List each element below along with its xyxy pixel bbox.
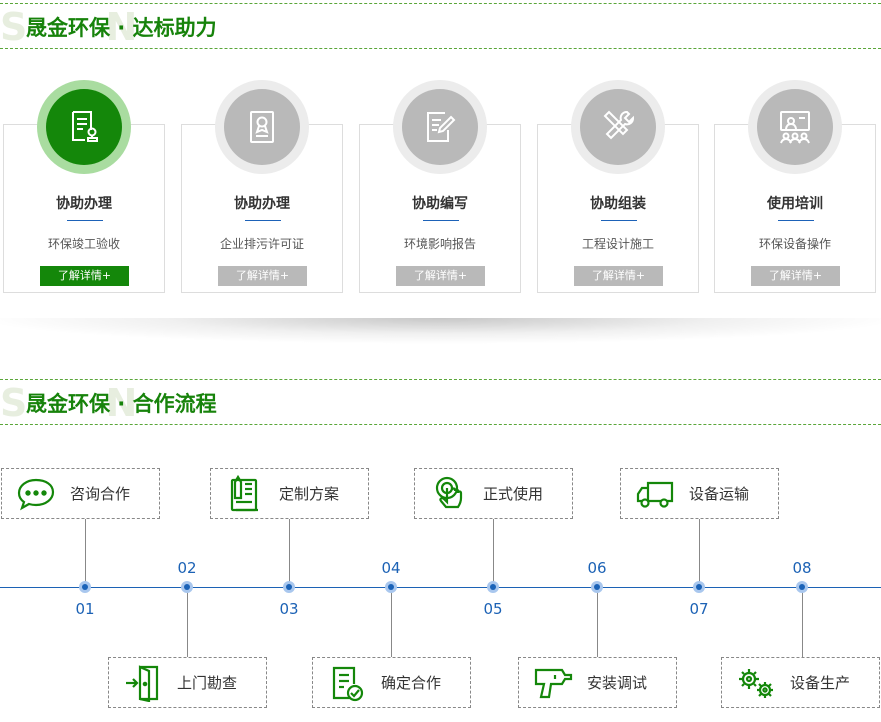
process-step-plan[interactable]: 定制方案 xyxy=(210,468,369,519)
confirm-doc-icon xyxy=(332,666,364,701)
card-title: 协助组装 xyxy=(590,196,646,212)
step-number: 01 xyxy=(75,600,95,618)
details-button[interactable]: 了解详情+ xyxy=(396,266,485,286)
details-button[interactable]: 了解详情+ xyxy=(751,266,840,286)
card-subtitle: 环境影响报告 xyxy=(403,237,476,251)
timeline-dot xyxy=(181,581,193,593)
timeline-dot xyxy=(693,581,705,593)
card-title: 协助编写 xyxy=(412,196,468,212)
timeline-dot xyxy=(283,581,295,593)
card-subtitle: 工程设计施工 xyxy=(581,237,654,251)
training-icon xyxy=(780,111,810,144)
step-number: 04 xyxy=(381,559,401,577)
page: S N 晟金环保 · 达标助力 协助办理 环保竣工验收 了解详情+ 协助办理 企… xyxy=(0,0,881,722)
details-button[interactable]: 了解详情+ xyxy=(574,266,663,286)
process-step-confirm[interactable]: 确定合作 xyxy=(312,657,471,708)
details-button[interactable]: 了解详情+ xyxy=(40,266,129,286)
section-header-process: S N 晟金环保 · 合作流程 xyxy=(0,379,881,425)
step-number: 08 xyxy=(792,559,812,577)
gears-icon xyxy=(739,668,773,698)
truck-icon xyxy=(636,481,674,508)
timeline-dot xyxy=(385,581,397,593)
step-label: 确定合作 xyxy=(381,674,442,692)
service-icon-circle xyxy=(748,80,842,174)
step-label: 正式使用 xyxy=(483,485,544,503)
section-title: 晟金环保 · 达标助力 xyxy=(26,16,217,40)
step-number: 06 xyxy=(587,559,607,577)
card-subtitle: 环保设备操作 xyxy=(758,237,831,251)
timeline-dot xyxy=(79,581,91,593)
card-title: 使用培训 xyxy=(767,196,823,212)
divider-shadow xyxy=(0,318,881,366)
process-step-production[interactable]: 设备生产 xyxy=(721,657,880,708)
process-step-transport[interactable]: 设备运输 xyxy=(620,468,779,519)
step-number: 02 xyxy=(177,559,197,577)
process-step-consult[interactable]: 咨询合作 xyxy=(1,468,160,519)
door-enter-icon xyxy=(126,664,159,702)
step-label: 安装调试 xyxy=(587,674,648,692)
plan-icon xyxy=(230,474,258,511)
timeline-dot xyxy=(591,581,603,593)
drill-icon xyxy=(534,668,573,698)
step-number: 05 xyxy=(483,600,503,618)
service-icon-circle xyxy=(393,80,487,174)
document-stamp-icon xyxy=(72,111,98,142)
section-header-support: S N 晟金环保 · 达标助力 xyxy=(0,3,881,49)
details-button[interactable]: 了解详情+ xyxy=(218,266,307,286)
service-icon-circle xyxy=(37,80,131,174)
certificate-icon xyxy=(250,111,274,143)
step-number: 03 xyxy=(279,600,299,618)
step-label: 上门勘查 xyxy=(177,674,238,692)
card-subtitle: 环保竣工验收 xyxy=(47,237,120,251)
section-title: 晟金环保 · 合作流程 xyxy=(26,392,217,416)
tools-icon xyxy=(603,110,634,140)
process-step-install[interactable]: 安装调试 xyxy=(518,657,677,708)
timeline-dot xyxy=(487,581,499,593)
timeline-dot xyxy=(796,581,808,593)
step-label: 咨询合作 xyxy=(70,485,131,503)
touch-icon xyxy=(435,476,463,508)
step-label: 设备生产 xyxy=(790,674,851,692)
step-label: 设备运输 xyxy=(689,485,750,503)
document-edit-icon xyxy=(427,112,456,142)
card-title: 协助办理 xyxy=(56,196,112,212)
card-subtitle: 企业排污许可证 xyxy=(219,237,304,251)
process-step-use[interactable]: 正式使用 xyxy=(414,468,573,519)
process-step-survey[interactable]: 上门勘查 xyxy=(108,657,267,708)
step-number: 07 xyxy=(689,600,709,618)
chat-icon xyxy=(17,478,55,510)
service-icon-circle xyxy=(571,80,665,174)
card-title: 协助办理 xyxy=(234,196,290,212)
step-label: 定制方案 xyxy=(279,485,340,503)
process-timeline xyxy=(0,587,881,588)
service-icon-circle xyxy=(215,80,309,174)
